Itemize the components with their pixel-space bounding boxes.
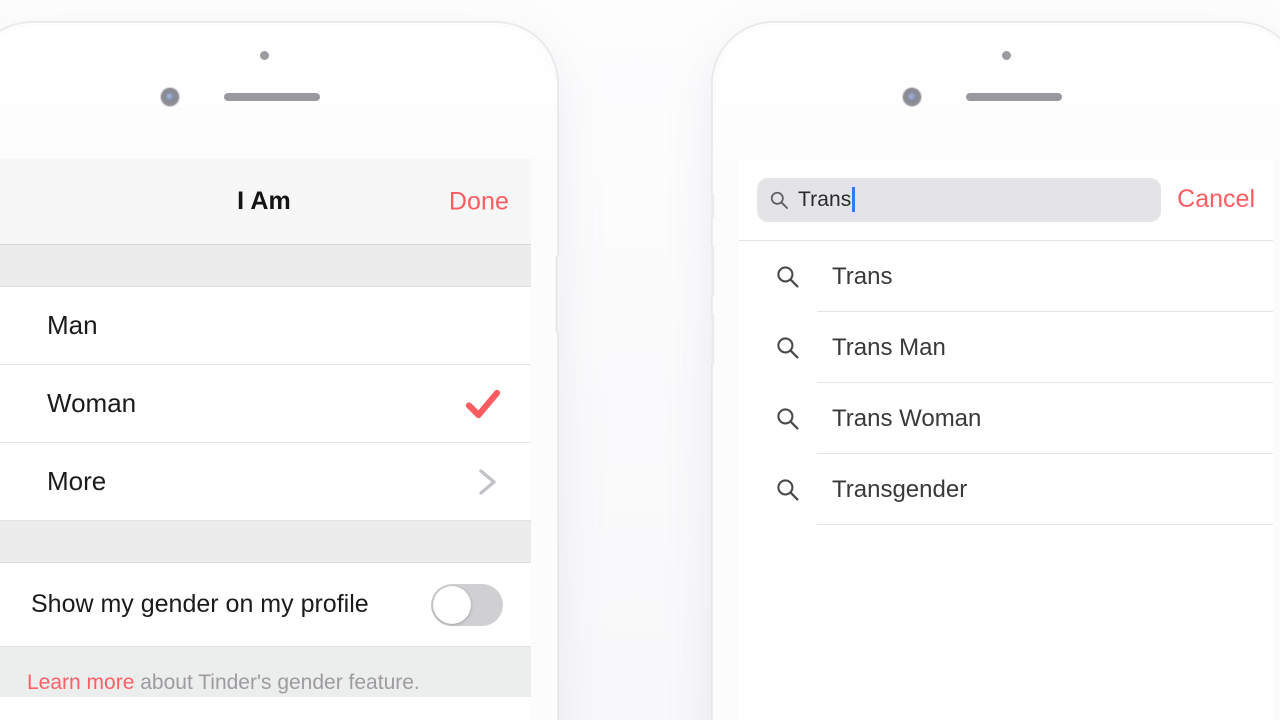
learn-more-link[interactable]: Learn more [27, 671, 134, 694]
scene-background: I Am Done Man Woman More Show my gender … [0, 0, 1280, 720]
silent-switch[interactable] [711, 193, 715, 219]
list-item-man[interactable]: Man [0, 287, 531, 365]
search-input-value: Trans [798, 187, 852, 211]
list-item-woman[interactable]: Woman [0, 365, 531, 443]
cancel-button[interactable]: Cancel [1161, 185, 1273, 214]
proximity-sensor-icon [260, 51, 269, 60]
footnote-rest: about Tinder's gender feature. [134, 671, 420, 694]
volume-down-button[interactable] [711, 313, 715, 365]
list-item-label: Man [47, 310, 98, 340]
search-result-row[interactable]: Transgender [739, 454, 1273, 525]
phone-device-right: Trans Cancel Trans Trans Man Trans Woman… [711, 22, 1280, 720]
search-result-label: Trans [832, 262, 893, 290]
search-icon [777, 479, 799, 501]
search-icon [777, 408, 799, 430]
search-result-label: Trans Woman [832, 404, 982, 432]
search-result-label: Trans Man [832, 333, 946, 361]
list-item-label: More [47, 466, 107, 496]
selected-indicator [465, 386, 501, 422]
screen-right: Trans Cancel Trans Trans Man Trans Woman… [739, 159, 1273, 720]
earpiece-speaker-icon [966, 93, 1062, 101]
front-camera-icon [903, 88, 921, 106]
screen-left: I Am Done Man Woman More Show my gender … [0, 159, 531, 720]
gender-options-list: Man Woman More [0, 287, 531, 521]
power-button[interactable] [555, 255, 559, 333]
front-camera-icon [161, 88, 179, 106]
checkmark-icon [465, 389, 501, 418]
show-gender-toggle[interactable] [431, 583, 503, 626]
toggle-knob [433, 585, 471, 624]
disclosure-indicator [475, 467, 501, 497]
show-gender-row[interactable]: Show my gender on my profile [0, 563, 531, 647]
volume-up-button[interactable] [711, 245, 715, 297]
list-item-label: Woman [47, 388, 137, 418]
phone-device-left: I Am Done Man Woman More Show my gender … [0, 22, 559, 720]
search-header: Trans Cancel [739, 159, 1273, 241]
page-title: I Am [237, 187, 291, 215]
search-result-label: Transgender [832, 475, 968, 503]
search-icon [777, 337, 799, 359]
footnote-text: Learn more about Tinder's gender feature… [0, 647, 531, 698]
chevron-right-icon [479, 468, 496, 495]
text-cursor [852, 187, 856, 212]
search-result-row[interactable]: Trans Man [739, 312, 1273, 383]
done-button[interactable]: Done [449, 187, 509, 216]
search-icon [777, 266, 799, 288]
search-results-list: Trans Trans Man Trans Woman Transgender [739, 241, 1273, 525]
show-gender-label: Show my gender on my profile [31, 590, 369, 618]
earpiece-speaker-icon [224, 93, 320, 101]
section-spacer-middle [0, 521, 531, 563]
search-input[interactable]: Trans [757, 177, 1162, 222]
search-result-row[interactable]: Trans Woman [739, 383, 1273, 454]
list-item-more[interactable]: More [0, 443, 531, 521]
search-icon [770, 191, 788, 209]
section-spacer-top [0, 245, 531, 287]
search-result-row[interactable]: Trans [739, 241, 1273, 312]
navigation-bar: I Am Done [0, 159, 531, 245]
proximity-sensor-icon [1002, 51, 1011, 60]
